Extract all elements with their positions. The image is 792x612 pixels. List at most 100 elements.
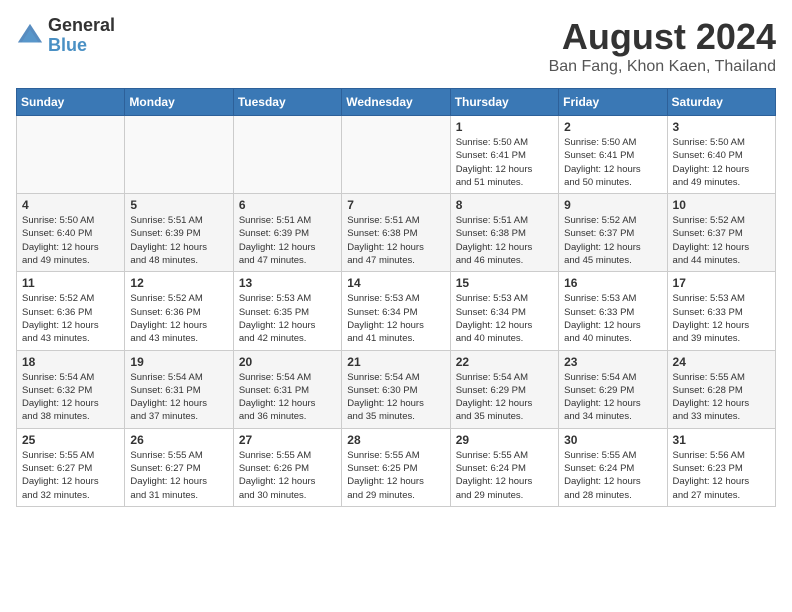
calendar-week-row: 11 Sunrise: 5:52 AM Sunset: 6:36 PM Dayli… — [17, 272, 776, 350]
calendar-cell: 3 Sunrise: 5:50 AM Sunset: 6:40 PM Daylig… — [667, 116, 775, 194]
calendar-table: SundayMondayTuesdayWednesdayThursdayFrid… — [16, 88, 776, 507]
day-number: 17 — [673, 276, 770, 290]
calendar-cell — [17, 116, 125, 194]
day-info: Sunrise: 5:55 AM Sunset: 6:27 PM Dayligh… — [130, 449, 227, 502]
day-number: 13 — [239, 276, 336, 290]
day-number: 3 — [673, 120, 770, 134]
calendar-cell: 8 Sunrise: 5:51 AM Sunset: 6:38 PM Daylig… — [450, 194, 558, 272]
day-number: 11 — [22, 276, 119, 290]
calendar-cell: 11Sunrise: 5:52 AM Sunset: 6:36 PM Dayli… — [17, 272, 125, 350]
day-number: 2 — [564, 120, 661, 134]
day-number: 7 — [347, 198, 444, 212]
day-number: 8 — [456, 198, 553, 212]
title-block: August 2024 Ban Fang, Khon Kaen, Thailan… — [549, 16, 776, 76]
day-info: Sunrise: 5:51 AM Sunset: 6:39 PM Dayligh… — [239, 214, 336, 267]
calendar-cell: 20Sunrise: 5:54 AM Sunset: 6:31 PM Dayli… — [233, 350, 341, 428]
calendar-week-row: 18 Sunrise: 5:54 AM Sunset: 6:32 PM Dayli… — [17, 350, 776, 428]
calendar-cell: 26 Sunrise: 5:55 AM Sunset: 6:27 PM Dayli… — [125, 428, 233, 506]
day-info: Sunrise: 5:50 AM Sunset: 6:40 PM Dayligh… — [673, 136, 770, 189]
day-info: Sunrise: 5:55 AM Sunset: 6:24 PM Dayligh… — [564, 449, 661, 502]
calendar-cell: 7 Sunrise: 5:51 AM Sunset: 6:38 PM Daylig… — [342, 194, 450, 272]
day-info: Sunrise: 5:50 AM Sunset: 6:41 PM Dayligh… — [564, 136, 661, 189]
day-number: 1 — [456, 120, 553, 134]
page-header: General Blue August 2024 Ban Fang, Khon … — [16, 16, 776, 76]
calendar-cell: 23 Sunrise: 5:54 AM Sunset: 6:29 PM Dayli… — [559, 350, 667, 428]
day-info: Sunrise: 5:50 AM Sunset: 6:40 PM Dayligh… — [22, 214, 119, 267]
day-info: Sunrise: 5:54 AM Sunset: 6:29 PM Dayligh… — [456, 371, 553, 424]
day-number: 9 — [564, 198, 661, 212]
calendar-cell: 17Sunrise: 5:53 AM Sunset: 6:33 PM Dayli… — [667, 272, 775, 350]
logo-general: General — [48, 16, 115, 36]
day-info: Sunrise: 5:55 AM Sunset: 6:27 PM Dayligh… — [22, 449, 119, 502]
calendar-cell: 22 Sunrise: 5:54 AM Sunset: 6:29 PM Dayli… — [450, 350, 558, 428]
day-number: 26 — [130, 433, 227, 447]
calendar-cell: 9 Sunrise: 5:52 AM Sunset: 6:37 PM Daylig… — [559, 194, 667, 272]
day-header-sunday: Sunday — [17, 89, 125, 116]
day-number: 23 — [564, 355, 661, 369]
day-info: Sunrise: 5:52 AM Sunset: 6:36 PM Dayligh… — [130, 292, 227, 345]
calendar-week-row: 4Sunrise: 5:50 AM Sunset: 6:40 PM Daylig… — [17, 194, 776, 272]
calendar-cell — [233, 116, 341, 194]
day-info: Sunrise: 5:53 AM Sunset: 6:34 PM Dayligh… — [456, 292, 553, 345]
day-header-saturday: Saturday — [667, 89, 775, 116]
day-info: Sunrise: 5:54 AM Sunset: 6:32 PM Dayligh… — [22, 371, 119, 424]
calendar-week-row: 25 Sunrise: 5:55 AM Sunset: 6:27 PM Dayli… — [17, 428, 776, 506]
calendar-cell: 10 Sunrise: 5:52 AM Sunset: 6:37 PM Dayli… — [667, 194, 775, 272]
day-number: 10 — [673, 198, 770, 212]
logo-icon — [16, 22, 44, 50]
subtitle: Ban Fang, Khon Kaen, Thailand — [549, 58, 776, 76]
day-info: Sunrise: 5:55 AM Sunset: 6:24 PM Dayligh… — [456, 449, 553, 502]
calendar-cell: 13 Sunrise: 5:53 AM Sunset: 6:35 PM Dayli… — [233, 272, 341, 350]
day-number: 16 — [564, 276, 661, 290]
calendar-cell: 29 Sunrise: 5:55 AM Sunset: 6:24 PM Dayli… — [450, 428, 558, 506]
calendar-cell — [125, 116, 233, 194]
day-info: Sunrise: 5:54 AM Sunset: 6:29 PM Dayligh… — [564, 371, 661, 424]
day-info: Sunrise: 5:52 AM Sunset: 6:37 PM Dayligh… — [673, 214, 770, 267]
day-number: 30 — [564, 433, 661, 447]
day-info: Sunrise: 5:51 AM Sunset: 6:38 PM Dayligh… — [456, 214, 553, 267]
calendar-cell: 1 Sunrise: 5:50 AM Sunset: 6:41 PM Daylig… — [450, 116, 558, 194]
calendar-cell: 21Sunrise: 5:54 AM Sunset: 6:30 PM Dayli… — [342, 350, 450, 428]
day-number: 29 — [456, 433, 553, 447]
day-header-wednesday: Wednesday — [342, 89, 450, 116]
day-number: 15 — [456, 276, 553, 290]
day-header-friday: Friday — [559, 89, 667, 116]
day-info: Sunrise: 5:56 AM Sunset: 6:23 PM Dayligh… — [673, 449, 770, 502]
day-info: Sunrise: 5:53 AM Sunset: 6:34 PM Dayligh… — [347, 292, 444, 345]
day-info: Sunrise: 5:54 AM Sunset: 6:31 PM Dayligh… — [130, 371, 227, 424]
calendar-header-row: SundayMondayTuesdayWednesdayThursdayFrid… — [17, 89, 776, 116]
day-info: Sunrise: 5:55 AM Sunset: 6:25 PM Dayligh… — [347, 449, 444, 502]
day-number: 31 — [673, 433, 770, 447]
day-number: 25 — [22, 433, 119, 447]
day-number: 20 — [239, 355, 336, 369]
day-number: 28 — [347, 433, 444, 447]
logo-text: General Blue — [48, 16, 115, 56]
day-number: 27 — [239, 433, 336, 447]
day-number: 24 — [673, 355, 770, 369]
day-info: Sunrise: 5:52 AM Sunset: 6:37 PM Dayligh… — [564, 214, 661, 267]
day-info: Sunrise: 5:55 AM Sunset: 6:26 PM Dayligh… — [239, 449, 336, 502]
calendar-cell: 4Sunrise: 5:50 AM Sunset: 6:40 PM Daylig… — [17, 194, 125, 272]
day-info: Sunrise: 5:51 AM Sunset: 6:38 PM Dayligh… — [347, 214, 444, 267]
day-number: 12 — [130, 276, 227, 290]
calendar-cell: 31 Sunrise: 5:56 AM Sunset: 6:23 PM Dayli… — [667, 428, 775, 506]
logo: General Blue — [16, 16, 115, 56]
calendar-cell: 2 Sunrise: 5:50 AM Sunset: 6:41 PM Daylig… — [559, 116, 667, 194]
day-info: Sunrise: 5:51 AM Sunset: 6:39 PM Dayligh… — [130, 214, 227, 267]
calendar-cell: 6 Sunrise: 5:51 AM Sunset: 6:39 PM Daylig… — [233, 194, 341, 272]
calendar-cell: 12 Sunrise: 5:52 AM Sunset: 6:36 PM Dayli… — [125, 272, 233, 350]
day-info: Sunrise: 5:53 AM Sunset: 6:35 PM Dayligh… — [239, 292, 336, 345]
day-number: 18 — [22, 355, 119, 369]
calendar-cell: 15 Sunrise: 5:53 AM Sunset: 6:34 PM Dayli… — [450, 272, 558, 350]
calendar-cell: 28 Sunrise: 5:55 AM Sunset: 6:25 PM Dayli… — [342, 428, 450, 506]
day-number: 6 — [239, 198, 336, 212]
calendar-cell: 5 Sunrise: 5:51 AM Sunset: 6:39 PM Daylig… — [125, 194, 233, 272]
day-number: 21 — [347, 355, 444, 369]
day-number: 22 — [456, 355, 553, 369]
day-number: 5 — [130, 198, 227, 212]
day-info: Sunrise: 5:55 AM Sunset: 6:28 PM Dayligh… — [673, 371, 770, 424]
day-info: Sunrise: 5:50 AM Sunset: 6:41 PM Dayligh… — [456, 136, 553, 189]
main-title: August 2024 — [549, 16, 776, 58]
logo-blue: Blue — [48, 36, 115, 56]
calendar-cell: 25 Sunrise: 5:55 AM Sunset: 6:27 PM Dayli… — [17, 428, 125, 506]
